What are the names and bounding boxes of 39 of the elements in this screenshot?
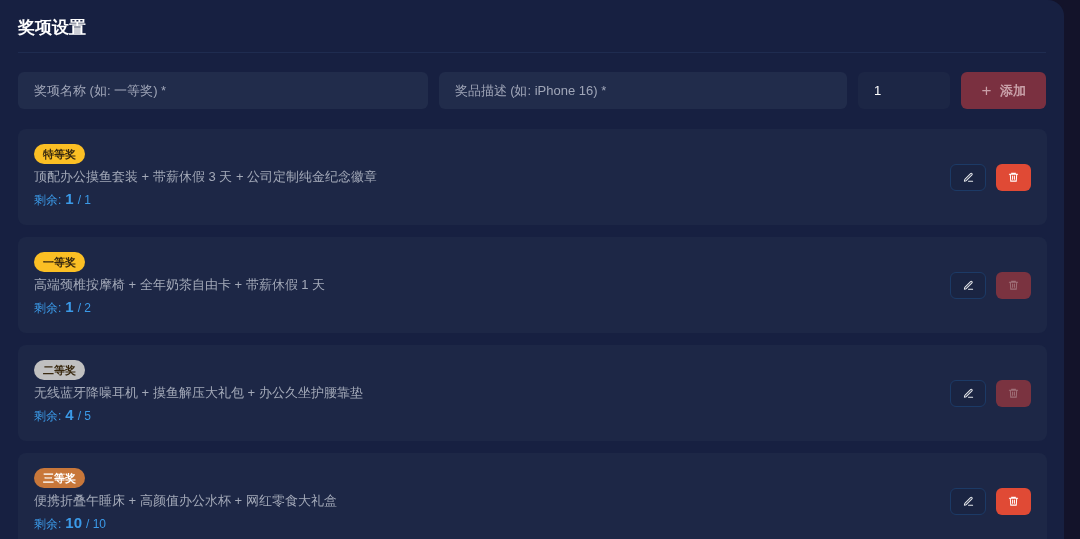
pencil-icon xyxy=(962,495,974,507)
total-count: / 1 xyxy=(77,191,92,209)
prize-description: 便携折叠午睡床 + 高颜值办公水杯 + 网红零食大礼盒 xyxy=(34,491,337,510)
section-title: 奖项设置 xyxy=(18,17,87,39)
delete-button[interactable] xyxy=(996,487,1031,515)
total-count: / 5 xyxy=(77,407,92,425)
quantity-field[interactable]: 1 xyxy=(858,72,951,109)
pencil-icon xyxy=(962,387,974,399)
delete-button[interactable] xyxy=(996,163,1031,191)
trash-icon xyxy=(1008,495,1019,507)
total-count: / 10 xyxy=(86,515,107,533)
plus-icon: + xyxy=(981,77,992,104)
prize-badge: 一等奖 xyxy=(34,251,85,272)
edit-button[interactable] xyxy=(950,487,986,515)
pencil-icon xyxy=(962,279,974,291)
prize-description: 顶配办公摸鱼套装 + 带薪休假 3 天 + 公司定制纯金纪念徽章 xyxy=(34,167,378,186)
remaining-count: 1 xyxy=(65,188,74,209)
trash-icon xyxy=(1008,279,1019,291)
total-count: / 2 xyxy=(77,299,92,317)
edit-button[interactable] xyxy=(950,271,986,299)
remaining-label: 剩余: xyxy=(34,515,62,533)
remaining-count: 1 xyxy=(65,296,74,317)
prize-description: 高端颈椎按摩椅 + 全年奶茶自由卡 + 带薪休假 1 天 xyxy=(34,275,326,294)
prize-description: 无线蓝牙降噪耳机 + 摸鱼解压大礼包 + 办公久坐护腰靠垫 xyxy=(34,383,363,402)
remaining-label: 剩余: xyxy=(34,407,62,425)
edit-button[interactable] xyxy=(950,379,986,407)
remaining-label: 剩余: xyxy=(34,191,62,209)
prize-description-field[interactable]: 奖品描述 (如: iPhone 16) * xyxy=(438,72,848,109)
prize-badge: 二等奖 xyxy=(34,359,85,380)
remaining-label: 剩余: xyxy=(34,299,62,317)
trash-icon xyxy=(1008,387,1019,399)
trash-icon xyxy=(1008,171,1019,183)
edit-button[interactable] xyxy=(950,163,986,191)
prize-badge: 特等奖 xyxy=(34,143,85,164)
remaining-count: 4 xyxy=(65,404,74,425)
remaining-count: 10 xyxy=(65,512,83,533)
prize-name-field[interactable]: 奖项名称 (如: 一等奖) * xyxy=(18,72,428,109)
pencil-icon xyxy=(962,171,974,183)
prize-badge: 三等奖 xyxy=(34,467,85,488)
